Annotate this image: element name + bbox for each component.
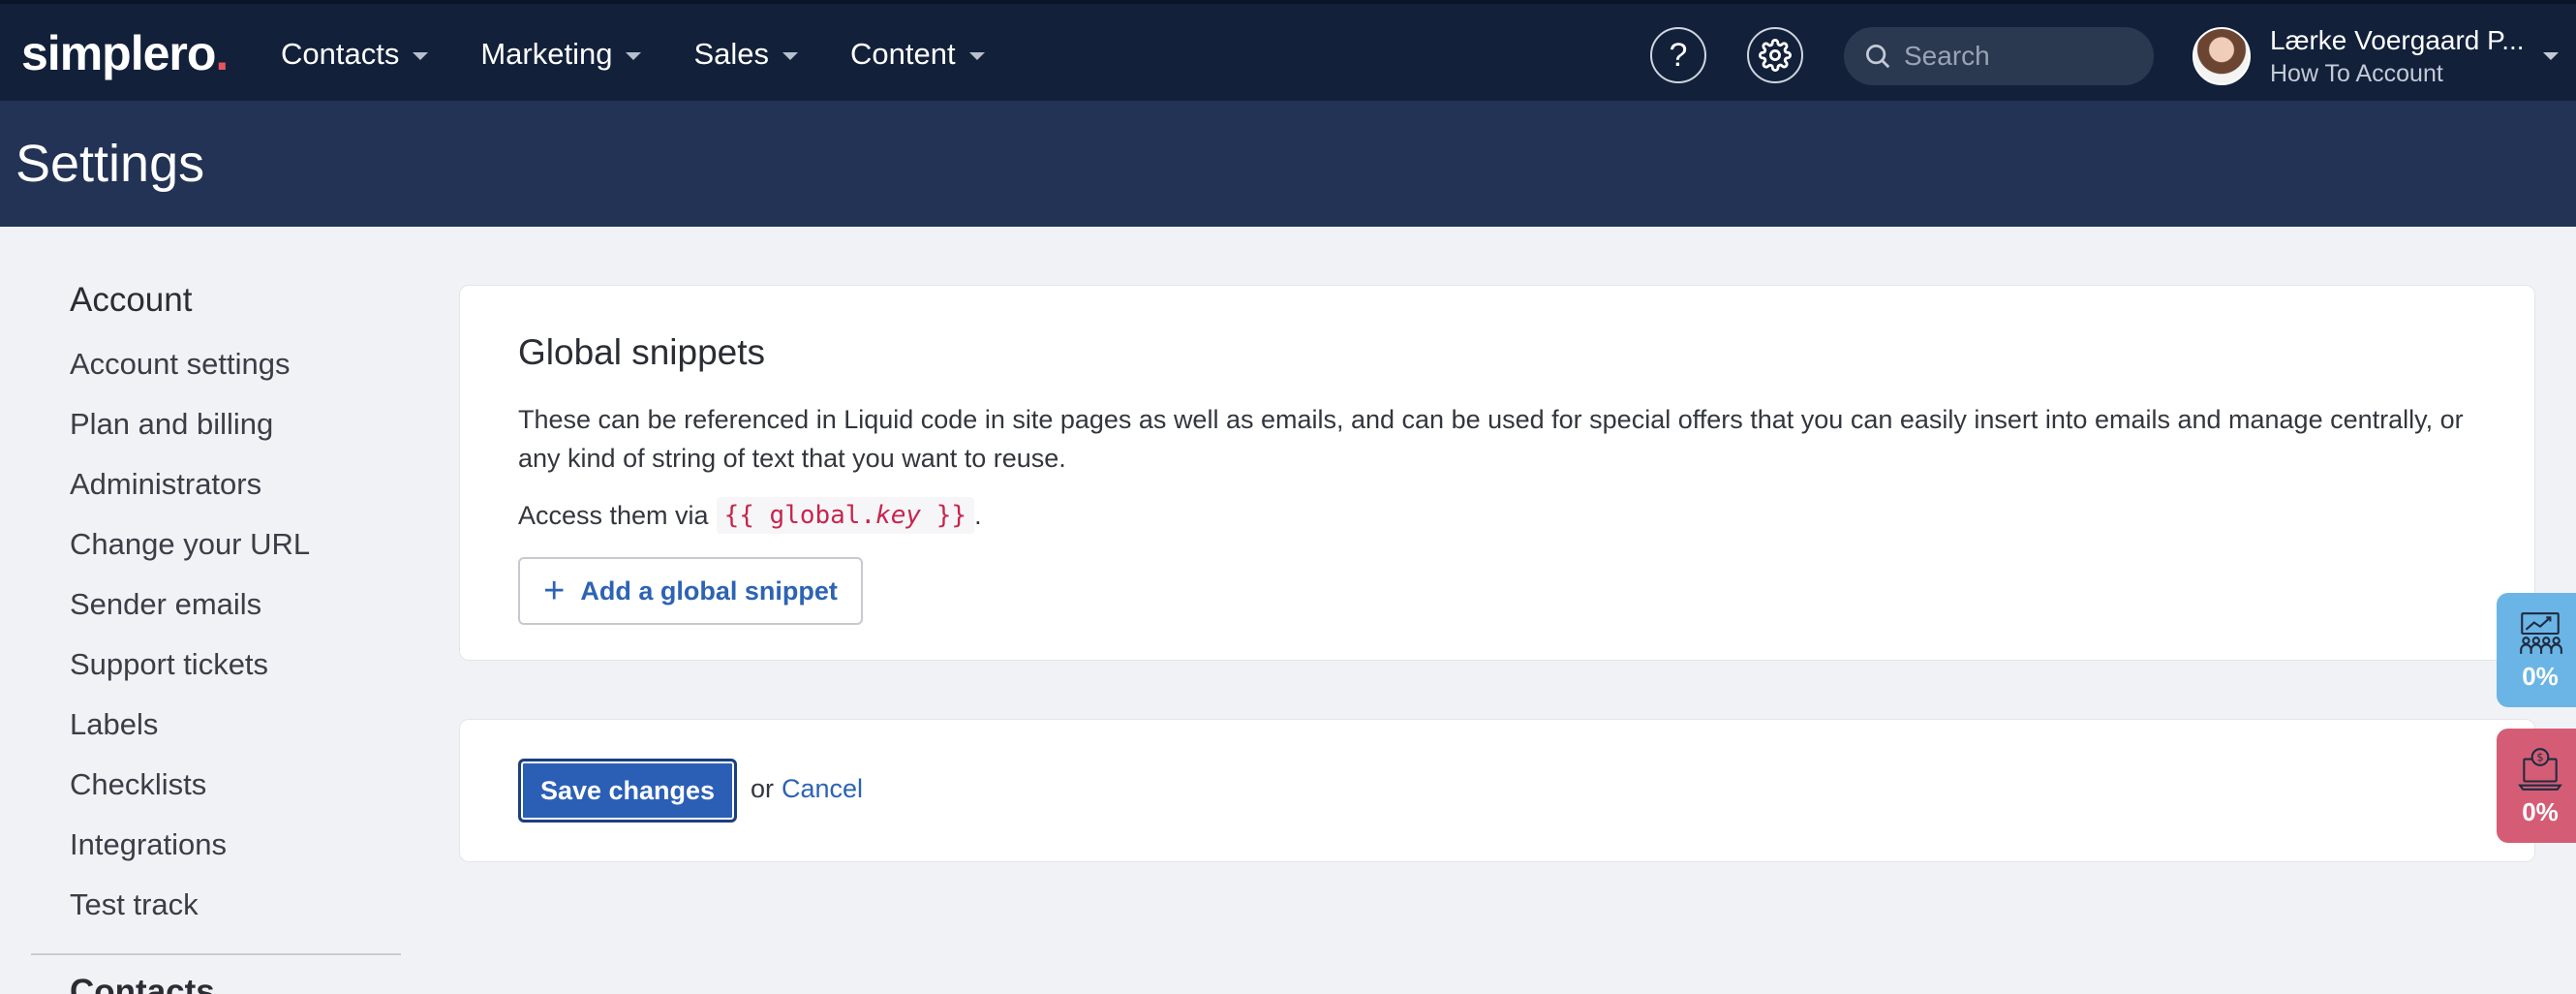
- sidebar-item-test-track[interactable]: Test track: [70, 885, 399, 946]
- card-description: These can be referenced in Liquid code i…: [518, 405, 2464, 473]
- save-changes-button[interactable]: Save changes: [518, 759, 737, 823]
- chevron-down-icon: [626, 52, 642, 60]
- sidebar-item-integrations[interactable]: Integrations: [70, 825, 399, 885]
- card-title: Global snippets: [518, 332, 766, 372]
- user-menu[interactable]: Lærke Voergaard P... How To Account: [2270, 25, 2522, 88]
- or-text: or: [751, 774, 775, 803]
- search-box[interactable]: [1844, 27, 2154, 85]
- top-navbar: simplero. Contacts Marketing Sales Conte…: [0, 0, 2576, 101]
- sidebar-heading-account: Account: [70, 281, 193, 319]
- engagement-percent: 0%: [2522, 661, 2559, 691]
- sidebar-item-administrators[interactable]: Administrators: [70, 465, 399, 525]
- chevron-down-icon[interactable]: [2543, 52, 2559, 60]
- add-snippet-label: Add a global snippet: [580, 575, 838, 606]
- nav-contacts-label: Contacts: [281, 37, 400, 71]
- sidebar-item-support-tickets[interactable]: Support tickets: [70, 645, 399, 705]
- code-close: }}: [921, 501, 967, 530]
- access-prefix: Access them via: [518, 500, 709, 530]
- simplero-logo[interactable]: simplero.: [21, 25, 229, 81]
- nav-sales-label: Sales: [693, 37, 769, 71]
- nav-content-label: Content: [850, 37, 956, 71]
- nav-marketing-label: Marketing: [480, 37, 613, 71]
- avatar[interactable]: [2193, 27, 2251, 85]
- nav-contacts[interactable]: Contacts: [281, 37, 429, 72]
- cancel-link[interactable]: Cancel: [782, 774, 863, 804]
- form-actions-card: Save changes or Cancel: [459, 719, 2535, 862]
- svg-text:$: $: [2536, 750, 2543, 763]
- access-suffix: .: [974, 500, 982, 530]
- search-icon: [1866, 45, 1890, 69]
- sidebar-item-checklists[interactable]: Checklists: [70, 765, 399, 825]
- settings-button[interactable]: [1747, 27, 1803, 83]
- user-name: Lærke Voergaard P...: [2270, 25, 2522, 55]
- code-open: {{ global.: [723, 501, 876, 530]
- global-snippets-card: Global snippets These can be referenced …: [459, 285, 2535, 661]
- account-name: How To Account: [2270, 60, 2443, 87]
- liquid-code-sample: {{ global.key }}: [716, 497, 975, 534]
- sidebar-heading-contacts: Contacts: [70, 973, 215, 994]
- search-input[interactable]: [1904, 41, 2136, 72]
- sidebar-item-labels[interactable]: Labels: [70, 705, 399, 765]
- access-hint: Access them via {{ global.key }} .: [518, 497, 982, 534]
- sidebar-item-sender-emails[interactable]: Sender emails: [70, 585, 399, 645]
- nav-content[interactable]: Content: [850, 37, 985, 72]
- main-nav: Contacts Marketing Sales Content: [281, 4, 1037, 105]
- plus-icon: +: [543, 571, 566, 611]
- sidebar-item-account-settings[interactable]: Account settings: [70, 345, 399, 405]
- nav-sales[interactable]: Sales: [693, 37, 798, 72]
- chevron-down-icon: [968, 52, 985, 60]
- revenue-percent: 0%: [2522, 796, 2559, 826]
- gear-icon: [1759, 39, 1792, 72]
- sidebar-divider: [31, 953, 401, 955]
- help-icon: ?: [1669, 36, 1688, 74]
- sidebar-item-plan-and-billing[interactable]: Plan and billing: [70, 405, 399, 465]
- nav-marketing[interactable]: Marketing: [480, 37, 642, 72]
- chevron-down-icon: [413, 52, 429, 60]
- help-button[interactable]: ?: [1650, 27, 1706, 83]
- logo-text: simplero: [21, 26, 216, 80]
- audience-growth-icon: [2520, 611, 2562, 654]
- sidebar-item-change-url[interactable]: Change your URL: [70, 525, 399, 585]
- page-header: Settings: [0, 101, 2576, 227]
- settings-sidebar: Account Account settings Plan and billin…: [70, 281, 399, 946]
- revenue-widget[interactable]: $ 0%: [2497, 729, 2576, 843]
- revenue-laptop-icon: $: [2518, 747, 2562, 791]
- code-key: key: [875, 501, 922, 530]
- engagement-widget[interactable]: 0%: [2497, 593, 2576, 707]
- chevron-down-icon: [782, 52, 798, 60]
- logo-dot: .: [215, 26, 229, 80]
- page-title: Settings: [15, 135, 205, 193]
- add-global-snippet-button[interactable]: + Add a global snippet: [518, 557, 863, 625]
